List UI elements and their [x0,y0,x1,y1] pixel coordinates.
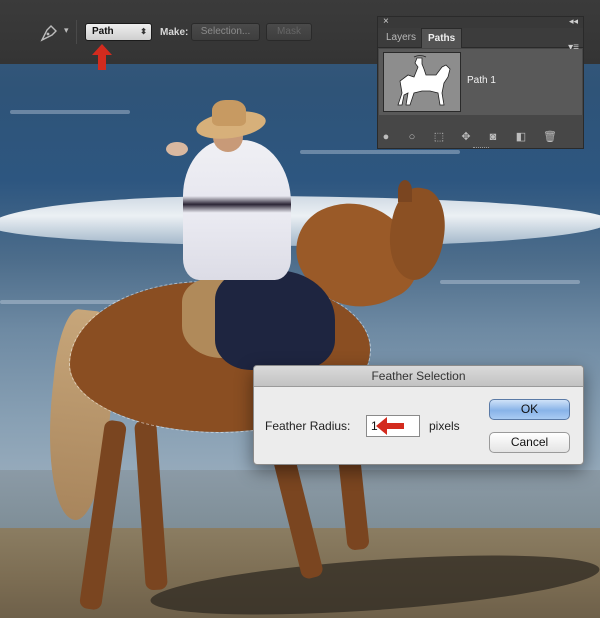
horse-ear [398,180,412,202]
tool-mode-value: Path [92,26,114,37]
stroke-path-icon[interactable]: ○ [406,131,418,143]
hat-top [212,100,246,126]
feather-radius-label: Feather Radius: [265,419,351,433]
divider [76,20,77,44]
path-list-item[interactable]: Path 1 [379,49,582,115]
panel-tabs: Layers Paths ▾≡ [378,28,583,53]
wave [10,110,130,114]
wave [300,150,460,154]
close-icon[interactable]: × [383,16,389,27]
cancel-button[interactable]: Cancel [489,432,570,453]
red-arrow-left-icon [376,417,404,435]
panel-footer: ● ○ ⬚ ✥ ◙ ◧ 🗑 [378,127,583,147]
tool-preset-chevron-down-icon[interactable]: ▾ [64,25,69,36]
load-as-selection-icon[interactable]: ⬚ [433,131,445,143]
rider-legs [215,270,335,370]
rider-shirt [183,140,291,280]
collapse-icon[interactable]: ◂◂ [569,16,578,27]
path-name: Path 1 [467,75,496,86]
wave [440,280,580,284]
make-selection-button[interactable]: Selection... [191,23,260,41]
new-path-icon[interactable]: ◧ [515,131,527,143]
tab-paths[interactable]: Paths [421,28,463,48]
swimmer [166,142,188,156]
dialog-title: Feather Selection [254,366,583,387]
fill-path-icon[interactable]: ● [380,131,392,143]
paths-panel: × ◂◂ Layers Paths ▾≡ Path 1 ● ○ ⬚ ✥ ◙ ◧ … [377,16,584,149]
red-arrow-up-icon [92,44,112,70]
path-thumbnail [383,52,461,112]
pixels-unit-label: pixels [429,419,460,433]
tool-mode-select[interactable]: Path ⬍ [85,23,152,41]
resize-grip[interactable] [473,147,489,150]
tab-layers[interactable]: Layers [380,28,422,48]
make-mask-button[interactable]: Mask [266,23,312,41]
ok-button[interactable]: OK [489,399,570,420]
panel-title-bar[interactable]: × ◂◂ [378,16,583,28]
updown-chevron-icon: ⬍ [140,27,147,36]
feather-selection-dialog: Feather Selection Feather Radius: 1 pixe… [253,365,584,465]
make-label: Make: [160,27,189,38]
make-work-path-icon[interactable]: ✥ [460,131,472,143]
add-mask-icon[interactable]: ◙ [487,131,499,143]
horse-rider-silhouette-icon [397,55,451,106]
pen-tool-icon[interactable] [38,22,60,42]
trash-icon[interactable]: 🗑 [543,131,557,143]
